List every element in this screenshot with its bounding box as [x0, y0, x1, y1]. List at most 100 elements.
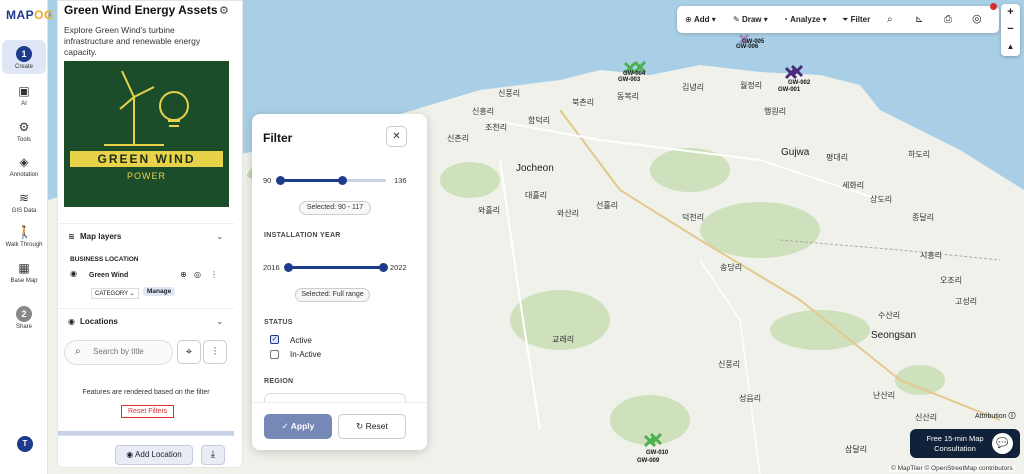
manage-button[interactable]: Manage	[143, 287, 176, 296]
location-filter-button[interactable]: ⌖	[177, 340, 201, 364]
collapse-panel-button[interactable]: ›	[48, 8, 57, 20]
measure-icon[interactable]: ⊾	[915, 6, 923, 33]
marker-label: GW-003	[618, 77, 641, 83]
add-location-label: Add Location	[135, 450, 182, 459]
search-icon[interactable]: ⌕	[887, 6, 893, 33]
locations-header[interactable]: ◉ Locations ⌄	[58, 308, 234, 332]
place-label: Jocheon	[516, 163, 554, 174]
eye-icon[interactable]: ◎	[194, 270, 201, 279]
filter-note: Features are rendered based on the filte…	[82, 389, 210, 396]
place-label: 김녕리	[682, 83, 705, 92]
compass-icon[interactable]: ▲	[1001, 38, 1020, 55]
range-handle-min[interactable]	[276, 176, 285, 185]
section-label: INSTALLATION YEAR	[264, 232, 341, 239]
ai-icon: ▣	[18, 84, 30, 98]
place-label: 하도리	[908, 150, 931, 159]
attribution-label: Attribution	[975, 413, 1007, 420]
status-active-checkbox[interactable]: ✓	[270, 335, 279, 344]
place-label: 함덕리	[528, 116, 551, 125]
rail-label: Base Map	[10, 278, 38, 284]
section-label: STATUS	[264, 319, 293, 326]
filter-button[interactable]: ⏷ Filter	[842, 6, 870, 33]
more-icon[interactable]: ⋮	[210, 270, 218, 279]
marker-label: GW-006	[736, 44, 759, 50]
rail-item-gis-data[interactable]: ≋ GIS Data	[2, 191, 46, 214]
rail-label: AI	[21, 101, 27, 107]
filter-dialog: Filter ✕ 90 136 Selected: 90 - 117 INSTA…	[252, 114, 427, 450]
chevron-down-icon[interactable]: ⌄	[216, 316, 224, 327]
place-label: 신촌리	[447, 134, 470, 143]
add-location-button[interactable]: ◉ Add Location	[115, 445, 193, 465]
gear-icon[interactable]: ⚙	[219, 4, 229, 17]
rail-item-create[interactable]: 1 Create	[2, 40, 46, 74]
rail-item-share[interactable]: 2 Share	[2, 306, 46, 330]
sliders-icon[interactable]: ⫶	[203, 340, 227, 364]
rail-item-ai[interactable]: ▣ AI	[2, 84, 46, 107]
place-label: 난산리	[873, 391, 896, 400]
rail-item-tools[interactable]: ⚙ Tools	[2, 120, 46, 143]
search-input[interactable]	[93, 347, 169, 356]
layers-icon: ≋	[68, 232, 75, 241]
checkbox-label: Active	[290, 336, 312, 345]
place-label: 오조리	[940, 276, 963, 285]
pin-icon: ◉	[70, 269, 77, 278]
rail-label: Tools	[16, 137, 31, 143]
year-handle-min[interactable]	[284, 263, 293, 272]
rail-item-base-map[interactable]: ▦ Base Map	[2, 261, 46, 284]
print-icon[interactable]: ⎙	[944, 6, 952, 33]
year-handle-max[interactable]	[379, 263, 388, 272]
pin-icon: ◉	[68, 317, 75, 326]
consultation-banner[interactable]: Free 15-min Map Consultation 💬	[910, 429, 1020, 458]
left-rail: MAPOG 1 Create ▣ AI ⚙ Tools ◈ Annotation…	[0, 0, 53, 474]
reset-filters-button[interactable]: Reset Filters	[121, 405, 175, 418]
year-min-label: 2016	[263, 263, 280, 272]
place-label: 신풍리	[498, 89, 521, 98]
category-dropdown[interactable]: CATEGORY ⌄	[91, 288, 139, 299]
year-max-label: 2022	[390, 263, 407, 272]
analyze-label: Analyze	[790, 15, 821, 24]
filter-label: Filter	[850, 15, 871, 24]
rail-item-walk-through[interactable]: 🚶 Walk Through	[2, 225, 46, 248]
draw-menu-button[interactable]: ✎ Draw ▾	[733, 6, 768, 33]
reset-button[interactable]: ↻ Reset	[338, 414, 406, 439]
section-title: Locations	[80, 317, 118, 326]
locate-icon[interactable]: ◎	[972, 6, 982, 33]
attribution-toggle[interactable]: Attribution ⓘ	[975, 411, 1015, 421]
wind-bulb-icon	[104, 70, 189, 146]
range-min-label: 90	[263, 176, 272, 185]
map-layers-header[interactable]: ≋ Map layers ⌄	[58, 223, 234, 247]
apply-button[interactable]: ✓ Apply	[264, 414, 332, 439]
search-input-wrap[interactable]: ⌕	[64, 340, 173, 365]
map-copyright: © MapTiler © OpenStreetMap contributors	[889, 465, 1015, 472]
add-menu-button[interactable]: ⊕ Add ▾	[685, 6, 716, 33]
zoom-to-icon[interactable]: ⊕	[180, 270, 187, 279]
range-slider[interactable]	[276, 176, 386, 185]
draw-label: Draw	[741, 15, 762, 24]
chevron-down-icon[interactable]: ⌄	[216, 231, 224, 242]
place-label: 고성리	[955, 297, 978, 306]
download-icon[interactable]: ⤓	[201, 445, 225, 465]
range-fill	[280, 179, 343, 182]
status-inactive-checkbox[interactable]	[270, 350, 279, 359]
year-slider[interactable]	[284, 263, 388, 272]
place-label: 세화리	[842, 181, 865, 190]
zoom-out-button[interactable]: −	[1001, 21, 1020, 38]
search-icon: ⌕	[75, 346, 81, 357]
zoom-in-button[interactable]: +	[1001, 4, 1020, 21]
reset-label: Reset	[365, 421, 388, 431]
place-label: 신흥리	[472, 107, 495, 116]
side-panel: Green Wind Energy Assets ⚙ Explore Green…	[57, 0, 243, 468]
place-label: 신산리	[915, 413, 938, 422]
rail-label: Annotation	[9, 172, 39, 178]
place-label: 종달리	[912, 213, 935, 222]
range-handle-max[interactable]	[338, 176, 348, 185]
step-badge: 2	[16, 306, 32, 322]
avatar[interactable]: T	[17, 436, 33, 452]
analyze-menu-button[interactable]: ◔ Analyze ▾	[783, 6, 827, 33]
app-logo: MAPOG	[6, 8, 54, 22]
section-label: REGION	[264, 378, 294, 385]
close-icon[interactable]: ✕	[386, 126, 407, 147]
rail-item-annotation[interactable]: ◈ Annotation	[2, 155, 46, 178]
chat-icon[interactable]: 💬	[992, 433, 1013, 454]
layer-name: Green Wind	[89, 272, 129, 279]
